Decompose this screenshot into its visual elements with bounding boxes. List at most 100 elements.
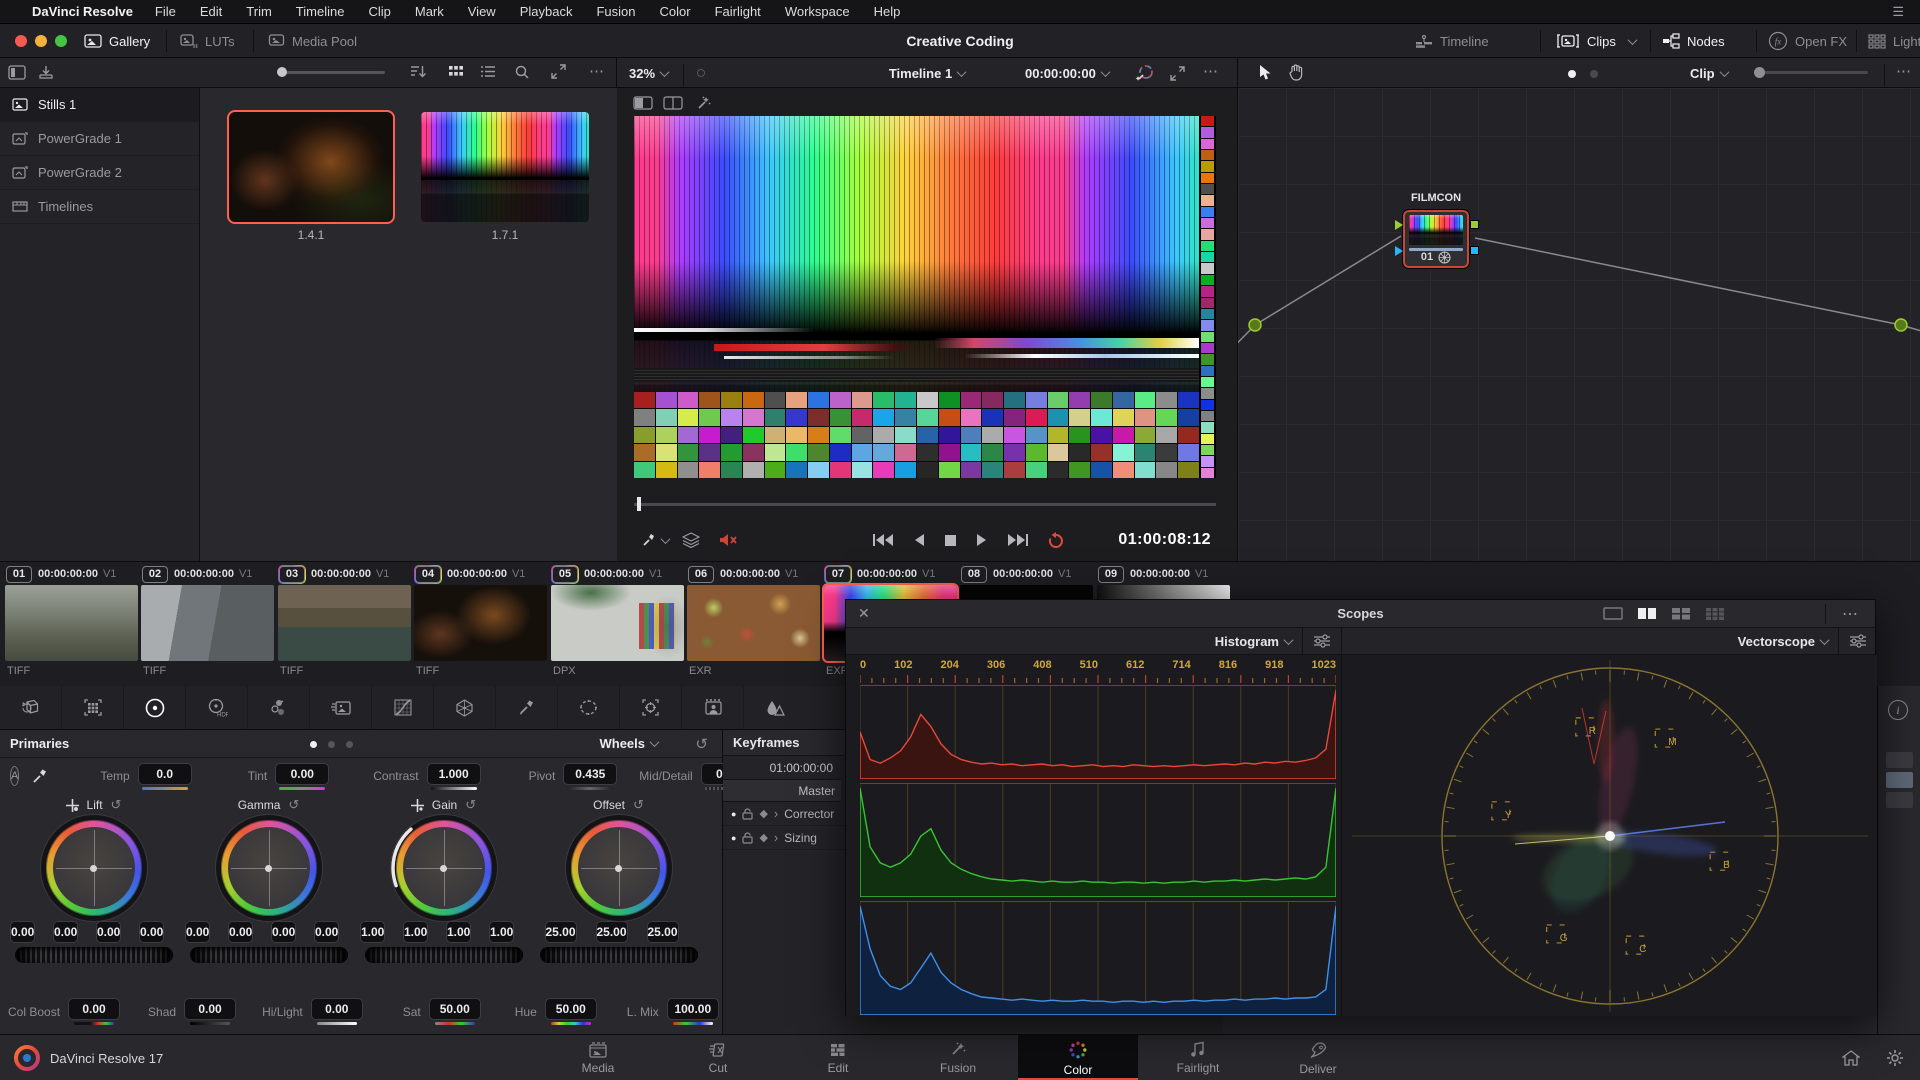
hue-input[interactable]: 50.00	[545, 998, 597, 1020]
viewer-timecode-dropdown[interactable]: 00:00:00:00	[1025, 58, 1109, 88]
viewer-expand-icon[interactable]	[1170, 66, 1185, 81]
menu-view[interactable]: View	[456, 4, 508, 19]
gain-r-input[interactable]: 1.00	[403, 921, 428, 943]
page-tab-fusion[interactable]: Fusion	[898, 1035, 1018, 1080]
settings-gear-icon[interactable]	[1886, 1049, 1904, 1067]
menu-clip[interactable]: Clip	[356, 4, 402, 19]
lift-reset-icon[interactable]: ↺	[111, 797, 122, 813]
expand-chevron-icon[interactable]: ›	[774, 806, 778, 821]
gain-reset-icon[interactable]: ↺	[465, 797, 476, 813]
offset-g-input[interactable]: 25.00	[596, 921, 628, 943]
gamma-color-wheel[interactable]	[221, 820, 317, 916]
node-key-input-port[interactable]	[1395, 246, 1403, 256]
mute-icon[interactable]	[718, 532, 738, 548]
project-manager-icon[interactable]	[1842, 1050, 1860, 1066]
page-tab-color-active[interactable]: Color	[1018, 1035, 1138, 1080]
lock-icon[interactable]	[742, 832, 753, 844]
gamma-reset-icon[interactable]: ↺	[288, 797, 299, 813]
app-menu[interactable]: DaVinci Resolve	[32, 4, 133, 19]
white-balance-picker-icon[interactable]	[31, 768, 48, 785]
temp-input[interactable]: 0.0	[138, 763, 192, 785]
gamma-g-input[interactable]: 0.00	[271, 921, 296, 943]
keyframe-diamond-icon[interactable]: ◆	[759, 831, 767, 844]
hi-light-input[interactable]: 0.00	[311, 998, 363, 1020]
clip-thumbnail[interactable]	[141, 585, 274, 661]
offset-master-wheel[interactable]	[540, 947, 698, 963]
sidebar-item-powergrade-1[interactable]: PowerGrade 1	[0, 122, 199, 156]
gain-picker-icon[interactable]	[411, 799, 424, 812]
palette-tab-camera-raw-icon[interactable]	[0, 686, 62, 730]
play-reverse-icon[interactable]	[912, 533, 926, 547]
page-tab-deliver[interactable]: Deliver	[1258, 1035, 1378, 1080]
gain-g-input[interactable]: 1.00	[446, 921, 471, 943]
histogram-type-dropdown[interactable]: Histogram	[1215, 634, 1292, 649]
contrast-input[interactable]: 1.000	[427, 763, 481, 785]
palette-tab-rgb-mixer-icon[interactable]	[248, 686, 310, 730]
sidebar-item-powergrade-2[interactable]: PowerGrade 2	[0, 156, 199, 190]
edge-panel-box[interactable]	[1886, 752, 1913, 768]
still-chevron-icon[interactable]	[661, 534, 671, 544]
palette-tab-color-wheels-icon[interactable]	[124, 686, 186, 730]
clip-thumbnail[interactable]	[414, 585, 547, 661]
node-graph-canvas[interactable]: FILMCON 01	[1238, 88, 1920, 561]
scopes-layout-4up-icon[interactable]	[1671, 607, 1691, 620]
lock-icon[interactable]	[742, 808, 753, 820]
lift-master-wheel[interactable]	[15, 947, 173, 963]
timeline-toggle-button[interactable]: Timeline	[1415, 24, 1489, 58]
info-icon[interactable]: i	[1888, 700, 1908, 720]
sort-icon[interactable]	[410, 64, 427, 79]
menu-file[interactable]: File	[143, 4, 188, 19]
offset-reset-icon[interactable]: ↺	[633, 797, 644, 813]
gain-y-input[interactable]: 1.00	[360, 921, 385, 943]
highlight-icon[interactable]	[695, 95, 712, 112]
clip-item-03[interactable]: 0300:00:00:00V1 TIFF	[278, 562, 414, 687]
search-icon[interactable]	[514, 64, 530, 80]
thumbnail-view-icon[interactable]	[448, 64, 464, 79]
vectorscope-settings-icon[interactable]	[1838, 628, 1867, 655]
menu-help[interactable]: Help	[862, 4, 913, 19]
enable-dot-icon[interactable]: ●	[731, 833, 736, 843]
gain-master-wheel[interactable]	[365, 947, 523, 963]
node-more-icon[interactable]: ⋯	[1896, 62, 1911, 80]
histogram-settings-icon[interactable]	[1302, 628, 1331, 655]
scopes-close-icon[interactable]: ✕	[858, 605, 870, 622]
gamma-r-input[interactable]: 0.00	[228, 921, 253, 943]
split-screen-icon[interactable]	[663, 96, 683, 110]
offset-r-input[interactable]: 25.00	[545, 921, 577, 943]
palette-tab-curves-icon[interactable]	[372, 686, 434, 730]
lift-g-input[interactable]: 0.00	[96, 921, 121, 943]
select-tool-icon[interactable]	[1258, 64, 1272, 81]
gamma-b-input[interactable]: 0.00	[314, 921, 339, 943]
viewer-image[interactable]	[634, 116, 1216, 478]
auto-balance-icon[interactable]: A	[10, 766, 19, 786]
clips-toggle-button[interactable]: Clips	[1556, 24, 1636, 58]
sidebar-item-timelines[interactable]: Timelines	[0, 190, 199, 224]
palette-tab-motion-effects-icon[interactable]	[310, 686, 372, 730]
list-view-icon[interactable]	[480, 64, 496, 79]
clip-thumbnail[interactable]	[687, 585, 820, 661]
edge-panel-box[interactable]	[1886, 792, 1913, 808]
menu-extras-icon[interactable]: ☰	[1892, 4, 1904, 20]
keyframes-master-row[interactable]: Master	[723, 780, 841, 802]
viewer-more-icon[interactable]: ⋯	[1203, 62, 1219, 80]
edge-panel-box-active[interactable]	[1886, 772, 1913, 788]
page-tab-fairlight[interactable]: Fairlight	[1138, 1035, 1258, 1080]
menu-mark[interactable]: Mark	[403, 4, 456, 19]
reset-all-icon[interactable]: ↺	[695, 735, 708, 753]
page-tab-edit[interactable]: Edit	[778, 1035, 898, 1080]
lift-picker-icon[interactable]	[66, 799, 79, 812]
shad-input[interactable]: 0.00	[184, 998, 236, 1020]
wheels-mode-dropdown[interactable]: Wheels	[599, 736, 658, 751]
node-mode-dropdown[interactable]: Clip	[1690, 58, 1728, 88]
node-rgb-output-port[interactable]	[1470, 220, 1479, 229]
palette-tab-qualifier-icon[interactable]	[496, 686, 558, 730]
gamma-master-wheel[interactable]	[190, 947, 348, 963]
pivot-input[interactable]: 0.435	[563, 763, 617, 785]
wipe-layers-icon[interactable]	[682, 532, 700, 548]
scopes-header[interactable]: ✕ Scopes ⋯	[846, 600, 1875, 628]
nodes-toggle-button[interactable]: Nodes	[1662, 24, 1725, 58]
lift-b-input[interactable]: 0.00	[139, 921, 164, 943]
color-boost-icon[interactable]	[1135, 63, 1155, 83]
viewer-playhead[interactable]	[637, 497, 641, 511]
node-page-dot-active[interactable]	[1568, 70, 1576, 78]
